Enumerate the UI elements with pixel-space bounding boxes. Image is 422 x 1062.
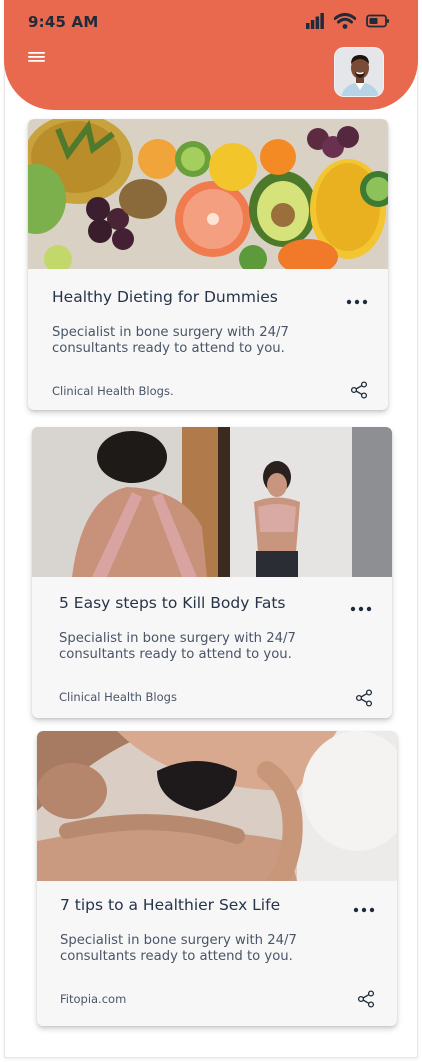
blog-card[interactable]: 5 Easy steps to Kill Body Fats Specialis…	[32, 427, 392, 718]
hamburger-menu-icon[interactable]	[28, 50, 50, 66]
card-description: Specialist in bone surgery with 24/7 con…	[60, 933, 297, 964]
blog-card[interactable]: Healthy Dieting for Dummies Specialist i…	[28, 119, 388, 410]
more-options-icon[interactable]	[350, 599, 374, 612]
status-time: 9:45 AM	[28, 13, 99, 31]
signal-icon	[306, 13, 324, 29]
wifi-icon	[334, 13, 356, 29]
card-source: Clinical Health Blogs	[59, 690, 177, 704]
card-description: Specialist in bone surgery with 24/7 con…	[59, 631, 296, 662]
status-icons	[306, 13, 390, 29]
card-source: Fitopia.com	[60, 992, 127, 1006]
more-options-icon[interactable]	[353, 900, 377, 913]
more-options-icon[interactable]	[346, 292, 370, 305]
card-title[interactable]: Healthy Dieting for Dummies	[52, 288, 278, 306]
couple-image	[37, 731, 397, 881]
fruits-image	[28, 119, 388, 269]
blog-card[interactable]: 7 tips to a Healthier Sex Life Specialis…	[37, 731, 397, 1026]
share-icon[interactable]	[350, 381, 368, 399]
card-description: Specialist in bone surgery with 24/7 con…	[52, 325, 289, 356]
app-header: 9:45 AM	[4, 0, 418, 110]
card-source: Clinical Health Blogs.	[52, 384, 174, 398]
share-icon[interactable]	[357, 990, 375, 1008]
card-title[interactable]: 7 tips to a Healthier Sex Life	[60, 896, 280, 914]
mirror-fitness-image	[32, 427, 392, 577]
avatar[interactable]	[334, 47, 384, 97]
share-icon[interactable]	[355, 689, 373, 707]
battery-icon	[366, 14, 389, 28]
card-title[interactable]: 5 Easy steps to Kill Body Fats	[59, 594, 285, 612]
